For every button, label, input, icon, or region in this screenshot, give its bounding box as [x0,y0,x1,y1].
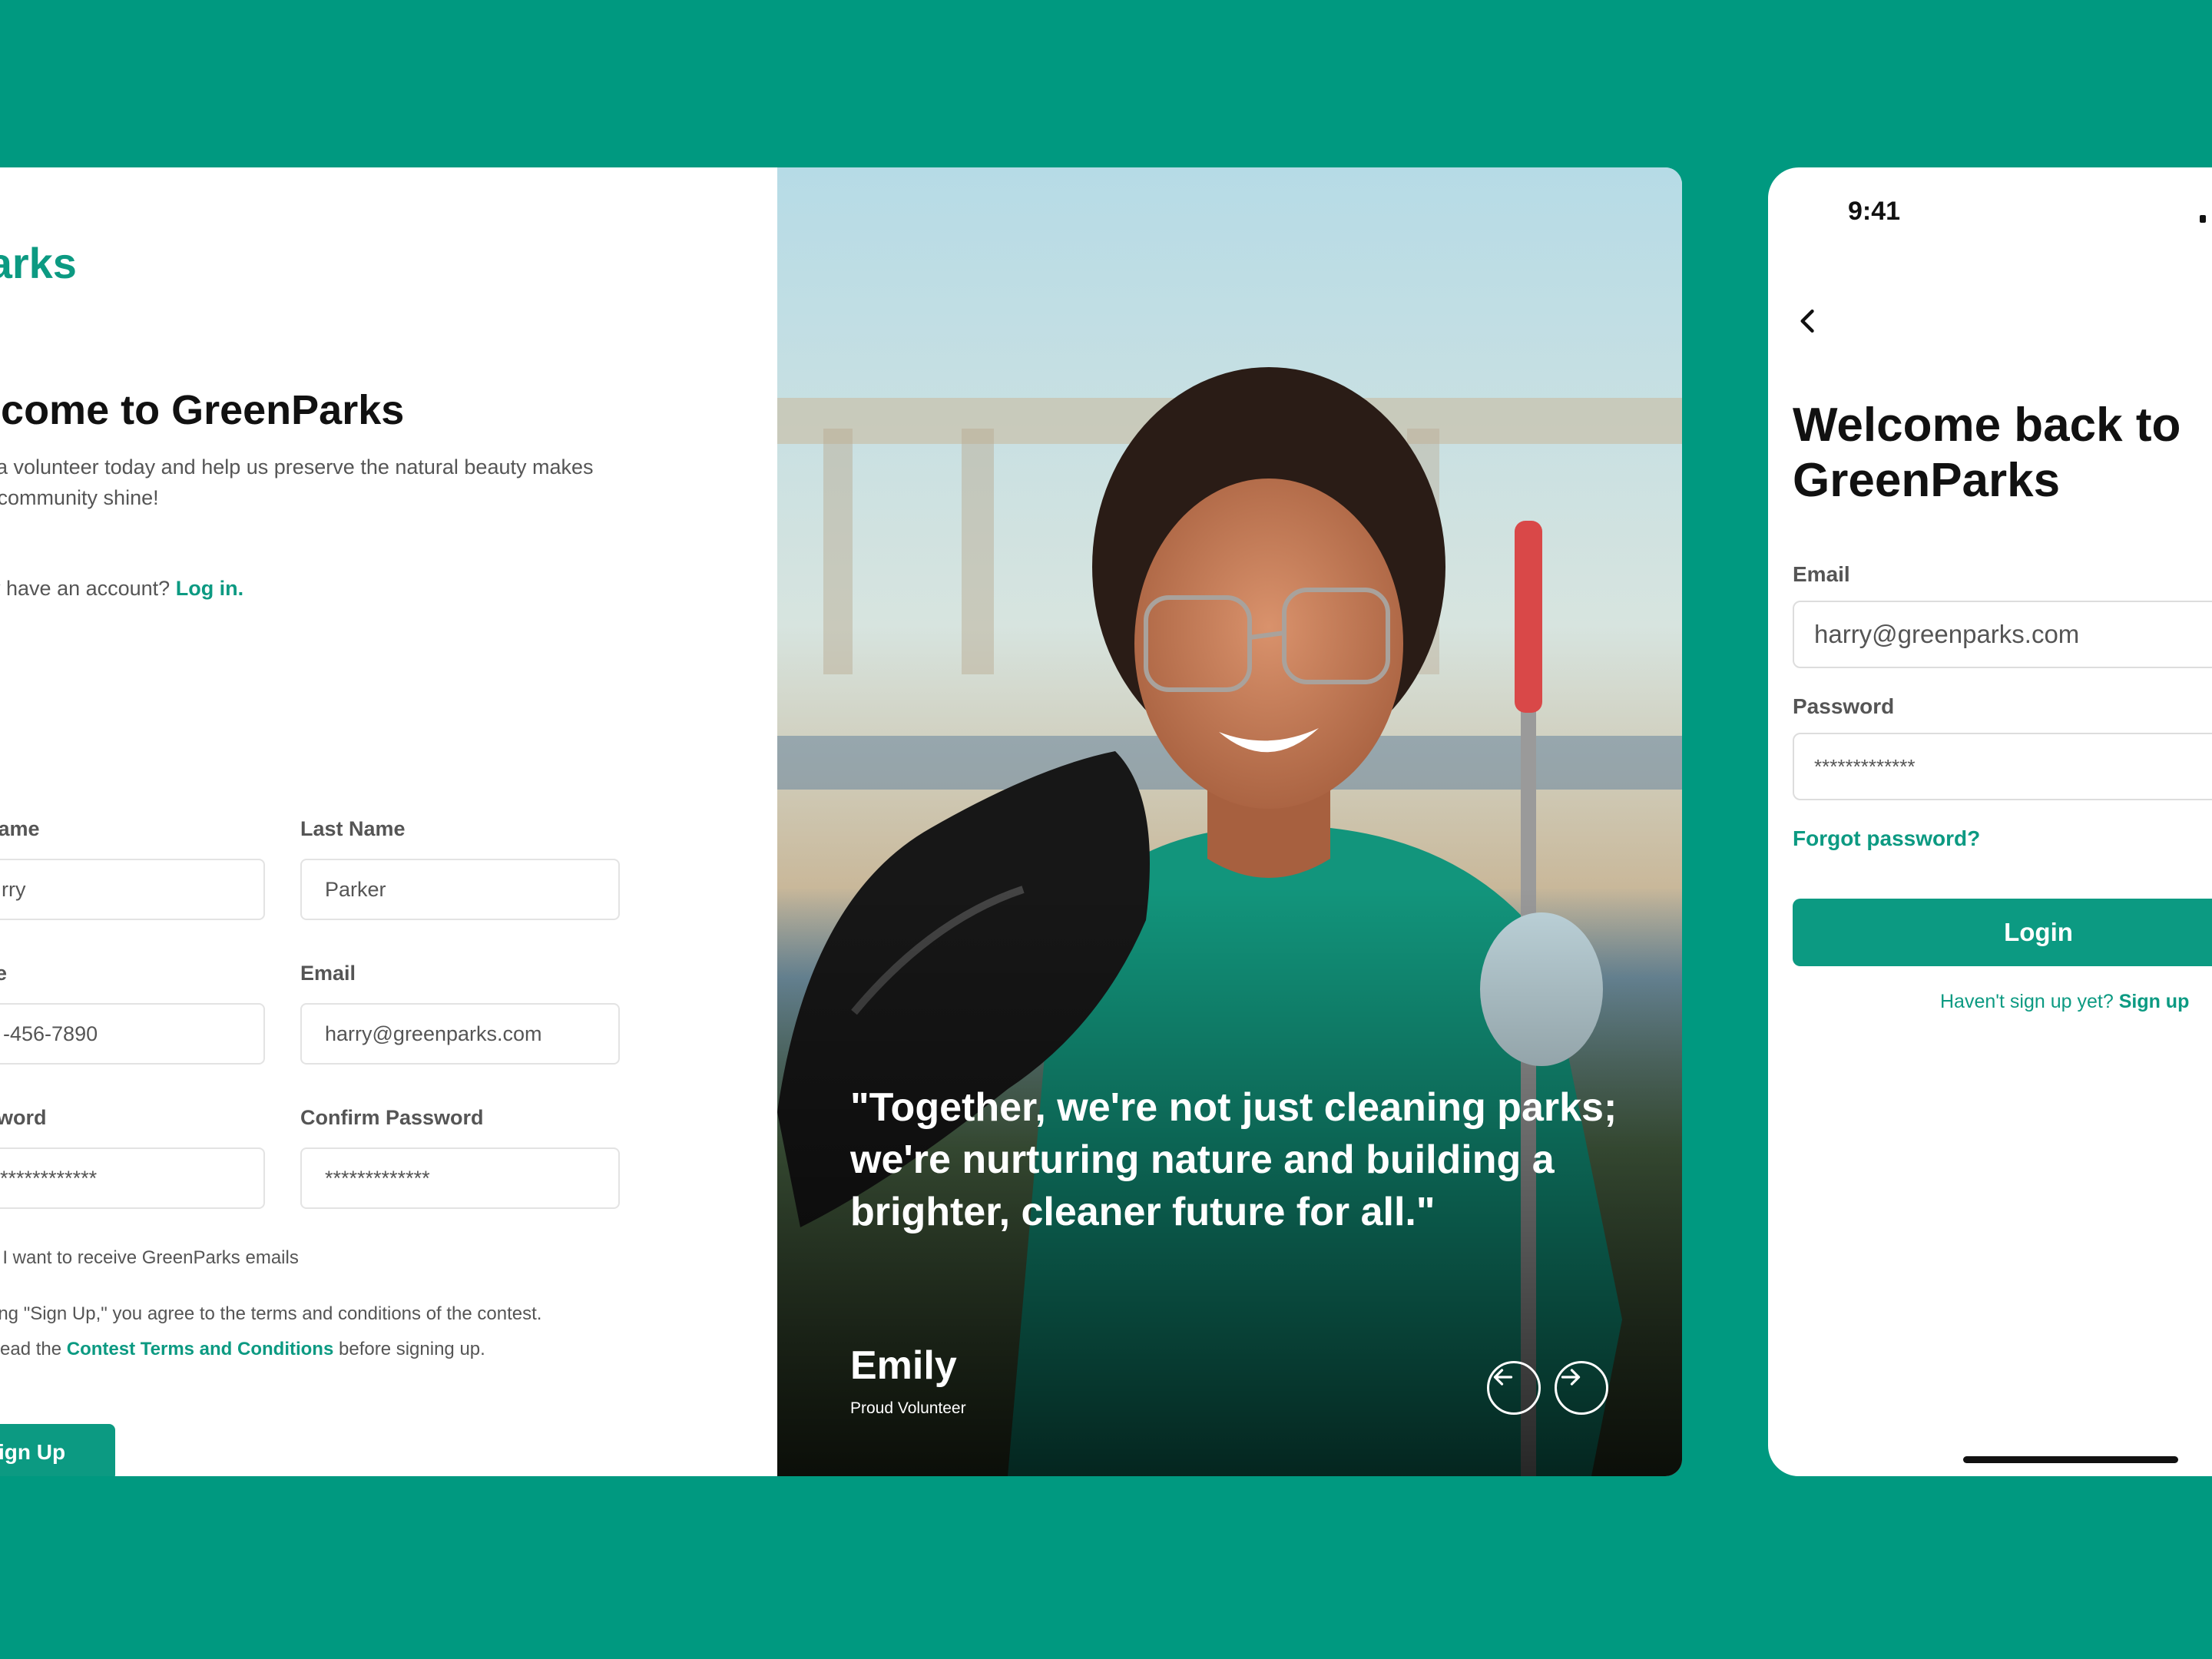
brand-logo: enParks [0,239,77,287]
last-name-input[interactable]: Parker [300,859,620,920]
account-prompt-text: dy have an account? [0,577,171,600]
page-subtitle: me a volunteer today and help us preserv… [0,455,594,509]
terms-line-1: king "Sign Up," you agree to the terms a… [0,1303,542,1324]
previous-testimonial-button[interactable] [1487,1361,1541,1415]
signup-form-panel: enParks elcome to GreenParks me a volunt… [0,167,777,1476]
terms-suffix: before signing up. [339,1339,485,1359]
status-bar-time: 9:41 [1848,197,1901,226]
contest-terms-link[interactable]: Contest Terms and Conditions [67,1339,334,1359]
first-name-input[interactable]: rry [0,859,265,920]
first-name-label: Name [0,817,40,840]
account-prompt: dy have an account? Log in. [0,577,243,601]
testimonial-author: Emily [850,1343,957,1388]
next-testimonial-button[interactable] [1555,1361,1608,1415]
chevron-left-icon [1800,309,1814,333]
phone-label: e [0,962,8,985]
login-button[interactable]: Login [1793,899,2212,966]
email-label: Email [1793,562,1850,586]
password-label: Password [1793,694,1895,718]
volunteer-photo [777,167,1682,1476]
confirm-password-label: Confirm Password [300,1106,484,1129]
back-button[interactable] [1791,304,1825,338]
email-input[interactable]: harry@greenparks.com [1793,601,2212,668]
password-input[interactable]: ************ [0,1147,265,1209]
email-input[interactable]: harry@greenparks.com [300,1003,620,1065]
password-label: word [0,1106,47,1129]
signal-icon [2200,215,2206,223]
sign-up-button[interactable]: ign Up [0,1424,115,1476]
mobile-login-screen: 9:41 Welcome back to GreenParks Email ha… [1768,167,2212,1476]
signup-prompt: Haven't sign up yet? Sign up [1940,991,2189,1013]
login-title: Welcome back to GreenParks [1793,399,2181,507]
terms-prefix: read the [0,1339,62,1359]
testimonial-photo-panel: "Together, we're not just cleaning parks… [777,167,1682,1476]
confirm-password-input[interactable]: ************* [300,1147,620,1209]
page-title: elcome to GreenParks [0,387,405,433]
signup-link[interactable]: Sign up [2119,991,2190,1012]
phone-input[interactable]: -456-7890 [0,1003,265,1065]
signup-prompt-text: Haven't sign up yet? [1940,991,2114,1012]
login-link[interactable]: Log in. [176,577,243,600]
password-input[interactable]: ************* [1793,733,2212,800]
home-indicator [1963,1456,2178,1463]
desktop-signup-card: enParks elcome to GreenParks me a volunt… [0,167,1682,1476]
arrow-left-icon [1493,1369,1513,1386]
arrow-right-icon [1561,1369,1581,1386]
testimonial-role: Proud Volunteer [850,1399,966,1417]
testimonial-quote: "Together, we're not just cleaning parks… [850,1085,1618,1234]
terms-text: king "Sign Up," you agree to the terms a… [0,1296,622,1367]
forgot-password-link[interactable]: Forgot password? [1793,826,1980,851]
terms-line-2: read the Contest Terms and Conditions be… [0,1332,622,1367]
email-label: Email [300,962,356,985]
last-name-label: Last Name [300,817,406,840]
email-optin-checkbox-label[interactable]: s, I want to receive GreenParks emails [0,1247,299,1269]
